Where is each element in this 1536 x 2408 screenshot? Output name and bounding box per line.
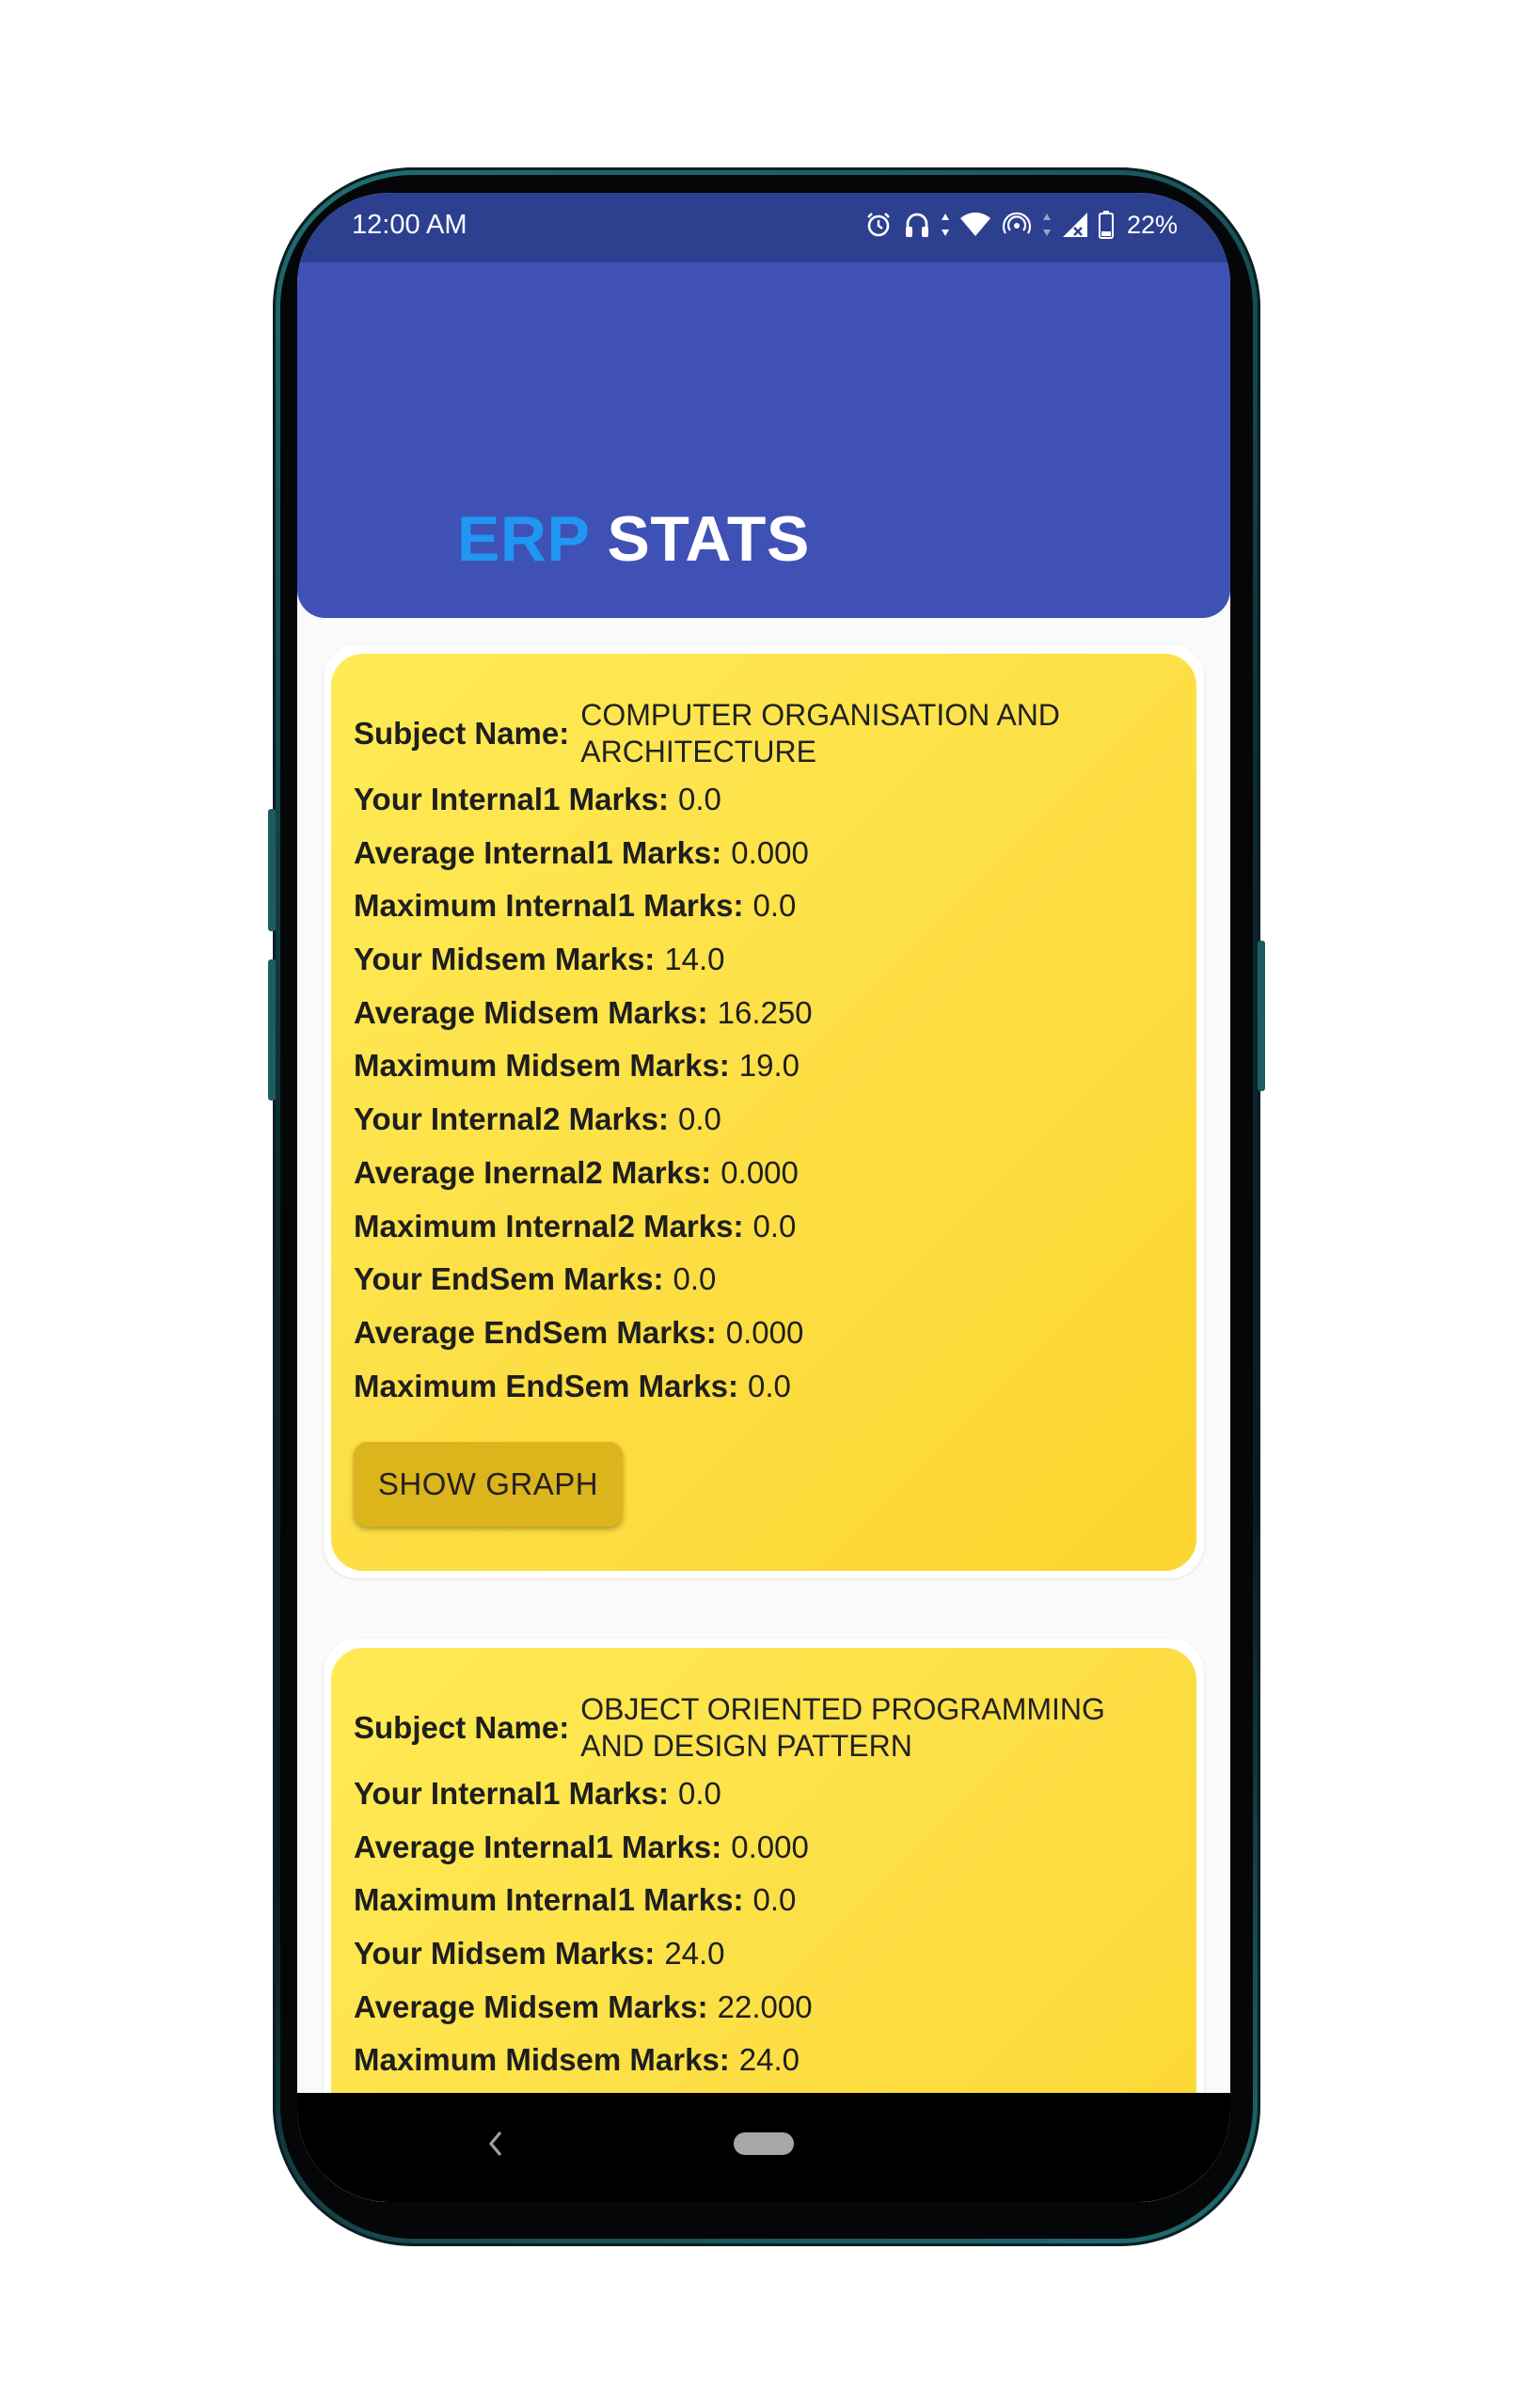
marks-value: 0.0 bbox=[677, 1101, 721, 1137]
marks-value: 0.0 bbox=[752, 1208, 797, 1244]
marks-row: Average Internal1 Marks: 0.000 bbox=[354, 835, 813, 889]
marks-list: Your Internal1 Marks: 0.0 Average Interna… bbox=[354, 782, 813, 1421]
marks-row: Your Midsem Marks: 24.0 bbox=[354, 1936, 813, 1989]
marks-value: 0.0 bbox=[677, 782, 721, 816]
marks-list: Your Internal1 Marks: 0.0 Average Interna… bbox=[354, 1776, 813, 2096]
marks-value: 0.0 bbox=[673, 1261, 717, 1297]
signal-icon bbox=[1061, 211, 1089, 239]
marks-row: Your Internal1 Marks: 0.0 bbox=[354, 1776, 813, 1830]
marks-label: Your EndSem Marks: bbox=[354, 1261, 664, 1297]
marks-label: Maximum Midsem Marks: bbox=[354, 1048, 730, 1084]
marks-value: 0.000 bbox=[731, 1829, 809, 1864]
battery-icon bbox=[1098, 211, 1114, 239]
data-arrows-icon bbox=[941, 212, 950, 238]
data-arrows-icon bbox=[1042, 212, 1052, 238]
marks-row: Maximum Midsem Marks: 19.0 bbox=[354, 1048, 813, 1101]
marks-label: Your Internal1 Marks: bbox=[354, 1776, 669, 1811]
marks-value: 22.000 bbox=[717, 1988, 813, 2024]
marks-label: Maximum Internal1 Marks: bbox=[354, 1882, 744, 1918]
marks-row: Maximum EndSem Marks: 0.0 bbox=[354, 1369, 813, 1422]
marks-label: Maximum Midsem Marks: bbox=[354, 2042, 730, 2078]
marks-value: 0.000 bbox=[725, 1314, 804, 1350]
marks-row: Maximum Internal2 Marks: 0.0 bbox=[354, 1209, 813, 1262]
wifi-icon bbox=[959, 212, 991, 238]
subject-name: COMPUTER ORGANISATION AND ARCHITECTURE bbox=[580, 698, 1060, 768]
marks-row: Maximum Internal1 Marks: 0.0 bbox=[354, 1882, 813, 1936]
subject-name: OBJECT ORIENTED PROGRAMMING AND DESIGN P… bbox=[580, 1692, 1105, 1763]
marks-row: Average Midsem Marks: 16.250 bbox=[354, 995, 813, 1049]
marks-label: Your Internal2 Marks: bbox=[354, 1101, 669, 1137]
subject-row: Subject Name: OBJECT ORIENTED PROGRAMMIN… bbox=[354, 1691, 1107, 1765]
status-time: 12:00 AM bbox=[352, 210, 467, 240]
marks-row: Your Midsem Marks: 14.0 bbox=[354, 942, 813, 995]
headset-icon bbox=[903, 210, 931, 240]
marks-label: Maximum EndSem Marks: bbox=[354, 1368, 738, 1403]
home-pill-icon[interactable] bbox=[734, 2132, 794, 2155]
marks-row: Maximum Midsem Marks: 24.0 bbox=[354, 2042, 813, 2096]
marks-row: Average EndSem Marks: 0.000 bbox=[354, 1315, 813, 1369]
marks-label: Average Internal1 Marks: bbox=[354, 834, 722, 870]
phone-side-button bbox=[268, 959, 276, 1101]
subject-label: Subject Name: bbox=[354, 1710, 570, 1745]
marks-value: 0.000 bbox=[731, 834, 809, 870]
marks-row: Your Internal1 Marks: 0.0 bbox=[354, 782, 813, 835]
marks-label: Average Inernal2 Marks: bbox=[354, 1154, 712, 1190]
marks-row: Your Internal2 Marks: 0.0 bbox=[354, 1101, 813, 1155]
marks-value: 19.0 bbox=[738, 1048, 800, 1084]
subject-row: Subject Name: COMPUTER ORGANISATION AND … bbox=[354, 697, 1107, 770]
chevron-left-icon[interactable] bbox=[485, 2127, 506, 2165]
marks-row: Maximum Internal1 Marks: 0.0 bbox=[354, 888, 813, 942]
marks-label: Maximum Internal2 Marks: bbox=[354, 1208, 744, 1244]
marks-value: 0.0 bbox=[752, 888, 797, 924]
marks-row: Your EndSem Marks: 0.0 bbox=[354, 1261, 813, 1315]
show-graph-button[interactable]: SHOW GRAPH bbox=[354, 1442, 623, 1527]
battery-percentage: 22% bbox=[1126, 210, 1178, 239]
marks-label: Your Internal1 Marks: bbox=[354, 782, 669, 816]
status-bar: 12:00 AM 22% bbox=[297, 193, 1230, 262]
app-title: ERP STATS bbox=[457, 502, 810, 576]
marks-value: 16.250 bbox=[717, 994, 813, 1030]
hotspot-icon bbox=[1001, 210, 1033, 240]
marks-value: 0.000 bbox=[720, 1154, 799, 1190]
app-title-stats: STATS bbox=[607, 503, 810, 575]
marks-label: Average Midsem Marks: bbox=[354, 1988, 708, 2024]
app-title-erp: ERP bbox=[457, 503, 590, 575]
phone-screen: 12:00 AM 22% ERP STATS Subject Name: COM… bbox=[297, 193, 1230, 2202]
marks-row: Average Internal1 Marks: 0.000 bbox=[354, 1830, 813, 1883]
subject-card: Subject Name: COMPUTER ORGANISATION AND … bbox=[324, 644, 1204, 1578]
marks-value: 24.0 bbox=[738, 2042, 800, 2078]
subject-label: Subject Name: bbox=[354, 716, 570, 751]
marks-row: Average Midsem Marks: 22.000 bbox=[354, 1989, 813, 2043]
marks-label: Your Midsem Marks: bbox=[354, 1936, 656, 1972]
marks-label: Maximum Internal1 Marks: bbox=[354, 888, 744, 924]
subject-card-body: Subject Name: COMPUTER ORGANISATION AND … bbox=[331, 654, 1196, 1571]
marks-value: 0.0 bbox=[747, 1368, 791, 1403]
marks-label: Average Midsem Marks: bbox=[354, 994, 708, 1030]
marks-value: 24.0 bbox=[664, 1936, 725, 1972]
marks-label: Average Internal1 Marks: bbox=[354, 1829, 722, 1864]
status-icons: 22% bbox=[863, 206, 1178, 244]
marks-value: 0.0 bbox=[677, 1776, 721, 1811]
navigation-bar bbox=[297, 2093, 1230, 2202]
subject-list[interactable]: Subject Name: COMPUTER ORGANISATION AND … bbox=[297, 618, 1230, 2202]
marks-label: Average EndSem Marks: bbox=[354, 1314, 717, 1350]
marks-value: 0.0 bbox=[752, 1882, 797, 1918]
marks-row: Average Inernal2 Marks: 0.000 bbox=[354, 1155, 813, 1209]
marks-value: 14.0 bbox=[664, 942, 725, 977]
marks-label: Your Midsem Marks: bbox=[354, 942, 656, 977]
alarm-icon bbox=[863, 210, 894, 240]
phone-side-button bbox=[268, 809, 276, 931]
phone-power-button bbox=[1258, 941, 1265, 1091]
app-bar: ERP STATS bbox=[297, 262, 1230, 618]
